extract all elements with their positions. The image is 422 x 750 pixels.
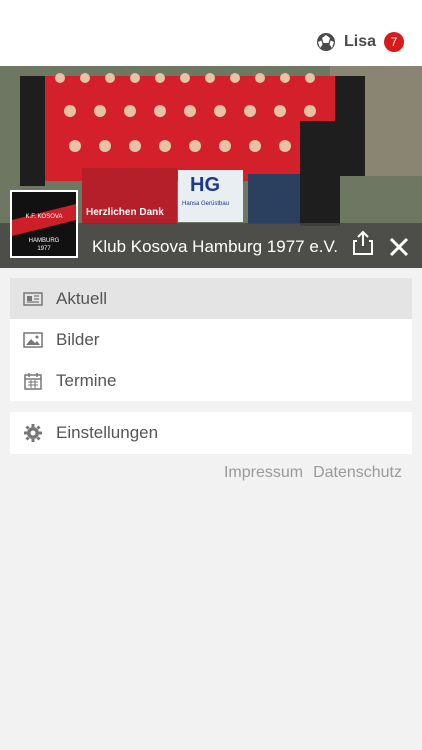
club-name: Klub Kosova Hamburg 1977 e.V. xyxy=(92,237,339,256)
settings-item[interactable]: Einstellungen xyxy=(10,412,412,454)
user-name: Lisa xyxy=(343,33,376,50)
impressum-link[interactable]: Impressum xyxy=(224,464,303,482)
logo-text-top: K.F. KOSOVA xyxy=(26,214,63,220)
calendar-icon xyxy=(24,372,42,390)
footer-links: Impressum Datenschutz xyxy=(224,464,402,482)
menu-item-termine[interactable]: Termine xyxy=(10,360,412,401)
gear-icon xyxy=(24,424,42,442)
club-logo: K.F. KOSOVA HAMBURG 1977 xyxy=(10,190,78,258)
menu-label: Termine xyxy=(56,370,117,390)
sponsor-logo-text: HG xyxy=(190,174,220,196)
settings-label: Einstellungen xyxy=(56,423,159,442)
menu-label: Bilder xyxy=(56,329,100,349)
team-photo: Herzlichen Dank HG Hansa Gerüstbau K.F. … xyxy=(0,66,422,268)
logo-text-bottom: 1977 xyxy=(37,246,51,252)
share-icon[interactable] xyxy=(352,230,374,256)
sponsor-name-text: Hansa Gerüstbau xyxy=(182,201,230,207)
football-icon xyxy=(316,33,335,51)
club-crest-icon: K.F. KOSOVA HAMBURG 1977 xyxy=(12,192,76,256)
main-menu: Aktuell Bilder Termine xyxy=(10,278,412,401)
close-icon[interactable] xyxy=(388,236,410,258)
menu-item-bilder[interactable]: Bilder xyxy=(10,319,412,360)
image-icon xyxy=(23,331,43,348)
menu-item-aktuell[interactable]: Aktuell xyxy=(10,278,412,319)
user-menu[interactable]: Lisa 7 xyxy=(316,32,404,52)
top-bar: Lisa 7 xyxy=(0,0,422,66)
datenschutz-link[interactable]: Datenschutz xyxy=(313,464,402,482)
sponsor-banner-text: Herzlichen Dank xyxy=(86,207,164,218)
logo-text-mid: HAMBURG xyxy=(29,238,60,244)
newspaper-icon xyxy=(23,291,43,306)
menu-label: Aktuell xyxy=(56,288,108,308)
notification-badge[interactable]: 7 xyxy=(384,32,404,52)
